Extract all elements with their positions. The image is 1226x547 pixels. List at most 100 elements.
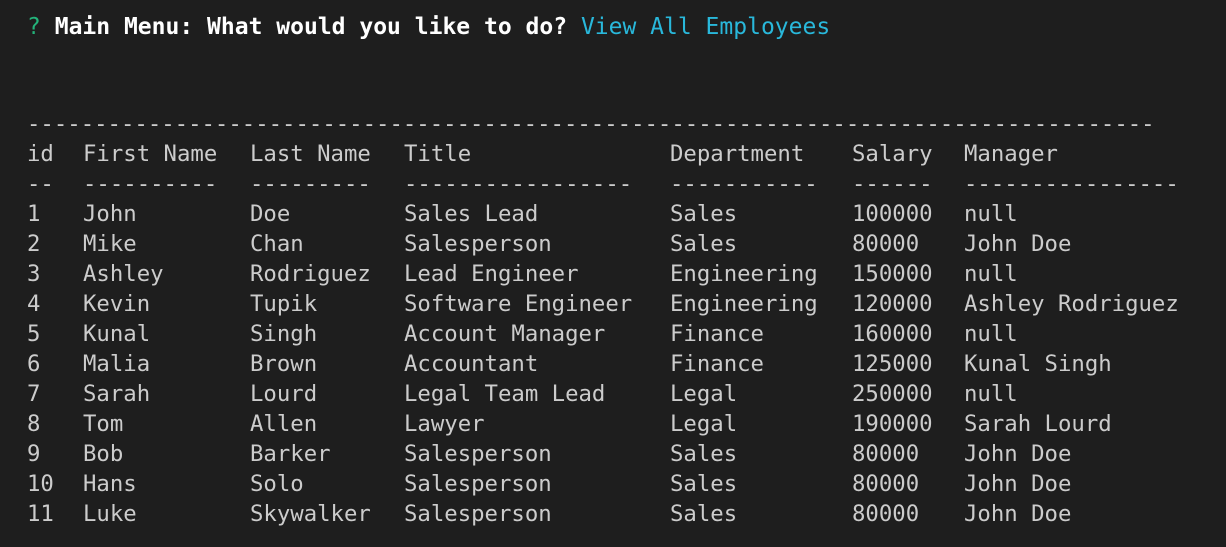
cell-id: 8: [27, 411, 41, 437]
table-body: 1 John Doe Sales Lead Sales 100000 null 2 Mike Ch…: [27, 199, 1207, 529]
cell-last-name: Tupik: [250, 291, 318, 317]
cell-salary: 80000: [852, 441, 920, 467]
table-row: 11 Luke Skywalker Salesperson Sales 80000 John…: [27, 499, 1207, 529]
cell-salary: 125000: [852, 351, 933, 377]
table-row: 7 Sarah Lourd Legal Team Lead Legal 250000 nul…: [27, 379, 1207, 409]
cell-title: Sales Lead: [404, 201, 539, 227]
cell-department: Sales: [670, 471, 738, 497]
cell-id: 11: [27, 501, 54, 527]
cell-manager: John Doe: [964, 231, 1072, 257]
cell-id: 2: [27, 231, 41, 257]
table-row: 3 Ashley Rodriguez Lead Engineer Engineering…: [27, 259, 1207, 289]
cell-last-name: Brown: [250, 351, 318, 377]
cell-title: Software Engineer: [404, 291, 633, 317]
cell-title: Account Manager: [404, 321, 606, 347]
cell-title: Salesperson: [404, 231, 552, 257]
cell-last-name: Barker: [250, 441, 331, 467]
cell-manager: null: [964, 381, 1018, 407]
cell-first-name: Kunal: [83, 321, 151, 347]
cell-title: Salesperson: [404, 441, 552, 467]
underline-department: -----------: [670, 171, 818, 197]
table-row: 2 Mike Chan Salesperson Sales 80000 John Doe: [27, 229, 1207, 259]
underline-id: --: [27, 171, 54, 197]
cell-salary: 80000: [852, 501, 920, 527]
cell-manager: null: [964, 201, 1018, 227]
cell-manager: John Doe: [964, 501, 1072, 527]
cell-title: Accountant: [404, 351, 539, 377]
header-department: Department: [670, 141, 805, 167]
underline-title: -----------------: [404, 171, 633, 197]
header-manager: Manager: [964, 141, 1058, 167]
cell-id: 10: [27, 471, 54, 497]
table-row: 5 Kunal Singh Account Manager Finance 160000 n…: [27, 319, 1207, 349]
cell-title: Legal Team Lead: [404, 381, 606, 407]
cell-first-name: Sarah: [83, 381, 151, 407]
cell-first-name: Kevin: [83, 291, 151, 317]
prompt-question: Main Menu: What would you like to do?: [54, 14, 568, 40]
cell-first-name: Hans: [83, 471, 137, 497]
table-row: 6 Malia Brown Accountant Finance 125000 Kunal …: [27, 349, 1207, 379]
cell-manager: John Doe: [964, 471, 1072, 497]
cell-first-name: Mike: [83, 231, 137, 257]
header-title: Title: [404, 141, 472, 167]
cell-last-name: Doe: [250, 201, 291, 227]
cell-salary: 100000: [852, 201, 933, 227]
cell-salary: 150000: [852, 261, 933, 287]
cell-last-name: Lourd: [250, 381, 318, 407]
cell-manager: Kunal Singh: [964, 351, 1112, 377]
underline-manager: ----------------: [964, 171, 1179, 197]
cell-salary: 250000: [852, 381, 933, 407]
cell-id: 1: [27, 201, 41, 227]
cell-salary: 120000: [852, 291, 933, 317]
cell-salary: 80000: [852, 231, 920, 257]
cell-first-name: Bob: [83, 441, 124, 467]
cell-first-name: Ashley: [83, 261, 164, 287]
cell-last-name: Rodriguez: [250, 261, 371, 287]
table-row: 10 Hans Solo Salesperson Sales 80000 John Doe: [27, 469, 1207, 499]
cell-department: Legal: [670, 381, 738, 407]
cell-manager: null: [964, 261, 1018, 287]
cell-department: Finance: [670, 351, 764, 377]
cell-department: Sales: [670, 231, 738, 257]
header-first-name: First Name: [83, 141, 218, 167]
cell-department: Finance: [670, 321, 764, 347]
table-row: 8 Tom Allen Lawyer Legal 190000 Sarah Lourd: [27, 409, 1207, 439]
header-id: id: [27, 141, 54, 167]
cell-last-name: Solo: [250, 471, 304, 497]
header-salary: Salary: [852, 141, 933, 167]
cell-first-name: Malia: [83, 351, 151, 377]
cell-salary: 80000: [852, 471, 920, 497]
prompt-marker: ?: [27, 14, 41, 40]
cell-id: 4: [27, 291, 41, 317]
cell-title: Lawyer: [404, 411, 485, 437]
underline-last-name: ---------: [250, 171, 371, 197]
cell-id: 5: [27, 321, 41, 347]
table-underline-row: -- ---------- --------- ----------------…: [27, 169, 1207, 199]
cell-first-name: John: [83, 201, 137, 227]
cell-id: 6: [27, 351, 41, 377]
table-row: 1 John Doe Sales Lead Sales 100000 null: [27, 199, 1207, 229]
cell-title: Salesperson: [404, 501, 552, 527]
cell-last-name: Allen: [250, 411, 318, 437]
cell-id: 3: [27, 261, 41, 287]
cell-department: Engineering: [670, 261, 818, 287]
table-divider: ----------------------------------------…: [27, 111, 1155, 137]
terminal-output: ? Main Menu: What would you like to do? …: [27, 12, 1207, 529]
cell-salary: 160000: [852, 321, 933, 347]
cell-salary: 190000: [852, 411, 933, 437]
cell-department: Sales: [670, 501, 738, 527]
prompt-answer: View All Employees: [580, 14, 831, 40]
menu-prompt: ? Main Menu: What would you like to do? …: [27, 12, 1207, 42]
cell-department: Engineering: [670, 291, 818, 317]
cell-title: Lead Engineer: [404, 261, 579, 287]
cell-department: Sales: [670, 441, 738, 467]
cell-id: 9: [27, 441, 41, 467]
cell-manager: John Doe: [964, 441, 1072, 467]
table-header-row: id First Name Last Name Title Department…: [27, 139, 1207, 169]
cell-title: Salesperson: [404, 471, 552, 497]
cell-manager: null: [964, 321, 1018, 347]
cell-first-name: Luke: [83, 501, 137, 527]
cell-department: Sales: [670, 201, 738, 227]
cell-manager: Ashley Rodriguez: [964, 291, 1179, 317]
cell-first-name: Tom: [83, 411, 124, 437]
